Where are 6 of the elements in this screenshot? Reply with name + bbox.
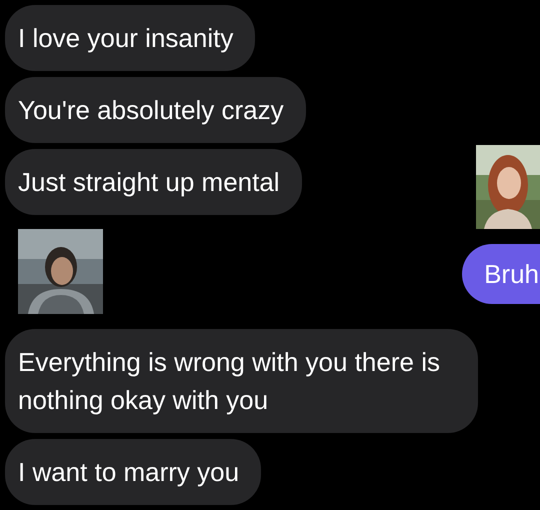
message-bubble: I want to marry you xyxy=(5,439,262,505)
message-bubble: Just straight up mental xyxy=(5,149,302,215)
message-bubble: I love your insanity xyxy=(5,5,256,71)
message-bubble: You're absolutely crazy xyxy=(5,77,306,143)
message-bubble: Everything is wrong with you there is nothing okay with you xyxy=(5,329,478,433)
message-bubble: Bruh xyxy=(462,244,540,304)
